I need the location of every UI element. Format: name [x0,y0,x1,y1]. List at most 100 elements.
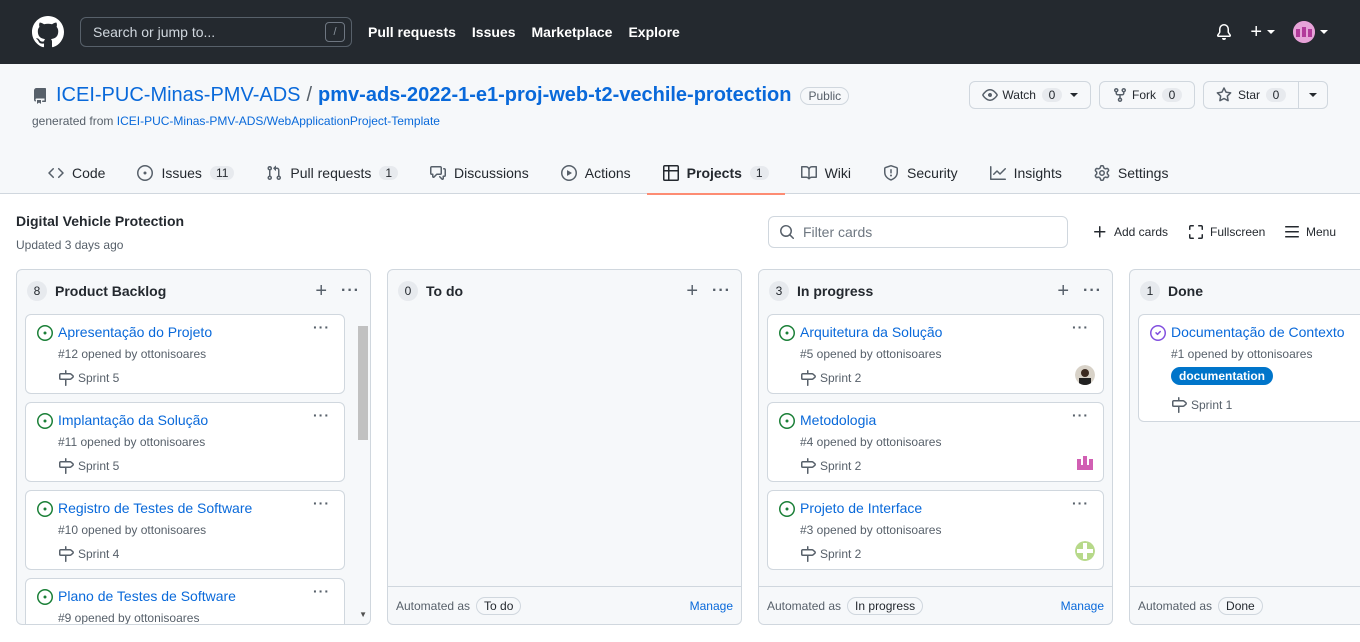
column-kebab-icon[interactable]: ··· [341,282,360,300]
watch-button[interactable]: Watch 0 [969,81,1091,109]
visibility-badge: Public [800,86,850,105]
star-button[interactable]: Star 0 [1202,81,1299,109]
card-kebab-icon[interactable]: ··· [313,407,330,423]
tab-pull-requests[interactable]: Pull requests 1 [250,151,414,194]
card-kebab-icon[interactable]: ··· [313,319,330,335]
template-repo-link[interactable]: ICEI-PUC-Minas-PMV-ADS/WebApplicationPro… [117,114,440,128]
card-milestone[interactable]: Sprint 5 [58,458,119,474]
card-meta: #4 opened by ottonisoares [800,435,942,449]
card-title-link[interactable]: Projeto de Interface [800,500,922,516]
repo-icon [34,87,46,104]
star-label: Star [1237,88,1260,102]
tab-settings[interactable]: Settings [1078,151,1185,194]
issue-card[interactable]: Registro de Testes de Software ··· #10 o… [25,490,345,570]
column-kebab-icon[interactable]: ··· [1083,282,1102,300]
fork-button[interactable]: Fork 0 [1098,81,1195,109]
issue-card[interactable]: Plano de Testes de Software ··· #9 opene… [25,578,345,624]
column-card-count: 8 [27,281,47,301]
card-title-link[interactable]: Implantação da Solução [58,412,208,428]
add-card-plus-icon[interactable]: + [315,280,327,303]
milestone-label: Sprint 1 [1191,398,1233,412]
bell-icon[interactable] [1216,24,1232,40]
tab-discussions[interactable]: Discussions [414,151,545,194]
card-milestone[interactable]: Sprint 5 [58,370,119,386]
issue-card[interactable]: Arquitetura da Solução ··· #5 opened by … [767,314,1104,394]
nav-pull-requests[interactable]: Pull requests [368,24,456,40]
star-count: 0 [1266,88,1286,102]
tab-insights[interactable]: Insights [974,151,1078,194]
column-kebab-icon[interactable]: ··· [712,282,731,300]
column-footer: Automated as To do Manage [388,586,741,624]
milestone-label: Sprint 2 [820,459,862,473]
card-title-link[interactable]: Plano de Testes de Software [58,588,236,604]
plus-icon: + [1250,20,1262,43]
card-kebab-icon[interactable]: ··· [1072,495,1089,511]
repo-name-link[interactable]: pmv-ads-2022-1-e1-proj-web-t2-vechile-pr… [318,84,791,107]
card-kebab-icon[interactable]: ··· [313,583,330,599]
issue-card[interactable]: Projeto de Interface ··· #3 opened by ot… [767,490,1104,570]
milestone-icon [59,370,74,386]
tab-code[interactable]: Code [32,151,121,194]
fullscreen-button[interactable]: Fullscreen [1188,224,1265,240]
card-milestone[interactable]: Sprint 2 [800,546,861,562]
nav-marketplace[interactable]: Marketplace [532,24,613,40]
add-card-plus-icon[interactable]: + [686,280,698,303]
watch-count: 0 [1041,88,1062,102]
card-title-link[interactable]: Documentação de Contexto [1171,324,1345,340]
nav-issues[interactable]: Issues [472,24,516,40]
manage-automation-link[interactable]: Manage [1061,599,1104,613]
tab-wiki[interactable]: Wiki [785,151,867,194]
github-logo-icon[interactable] [32,16,64,48]
card-kebab-icon[interactable]: ··· [1072,319,1089,335]
issue-card[interactable]: Apresentação do Projeto ··· #12 opened b… [25,314,345,394]
gear-icon [1094,164,1110,181]
column-card-count: 1 [1140,281,1160,301]
star-icon [1216,87,1232,102]
card-kebab-icon[interactable]: ··· [1072,407,1089,423]
label-documentation[interactable]: documentation [1171,367,1273,385]
menu-button[interactable]: Menu [1284,224,1336,240]
tab-projects[interactable]: Projects 1 [646,151,785,195]
add-cards-button[interactable]: Add cards [1092,224,1168,240]
tab-issues[interactable]: Issues 11 [121,151,250,194]
star-list-dropdown[interactable] [1299,81,1328,109]
card-title-link[interactable]: Metodologia [800,412,876,428]
assignee-avatar[interactable] [1075,541,1095,561]
column-scrollbar-thumb[interactable] [358,326,368,440]
card-kebab-icon[interactable]: ··· [313,495,330,511]
card-title-link[interactable]: Apresentação do Projeto [58,324,212,340]
scroll-down-arrow-icon[interactable]: ▼ [359,610,367,619]
nav-explore[interactable]: Explore [628,24,679,40]
repo-owner-link[interactable]: ICEI-PUC-Minas-PMV-ADS [56,84,300,107]
tab-actions[interactable]: Actions [545,151,647,194]
card-milestone[interactable]: Sprint 4 [58,546,119,562]
card-title-link[interactable]: Arquitetura da Solução [800,324,942,340]
watch-label: Watch [1002,88,1036,102]
issue-card[interactable]: Implantação da Solução ··· #11 opened by… [25,402,345,482]
user-menu-dropdown[interactable] [1293,21,1328,43]
global-search-input[interactable]: Search or jump to... / [80,17,352,47]
card-milestone[interactable]: Sprint 2 [800,458,861,474]
issue-card[interactable]: Metodologia ··· #4 opened by ottonisoare… [767,402,1104,482]
slash-shortcut-key: / [325,22,345,42]
repo-tabs: Code Issues 11 Pull requests 1 Discussio… [32,151,1185,195]
assignee-avatar[interactable] [1075,365,1095,385]
add-card-plus-icon[interactable]: + [1057,280,1069,303]
issue-card[interactable]: Documentação de Contexto #1 opened by ot… [1138,314,1360,422]
global-nav: Pull requests Issues Marketplace Explore [368,24,696,40]
avatar [1293,21,1315,43]
milestone-label: Sprint 4 [78,547,120,561]
filter-cards-input[interactable]: Filter cards [768,216,1068,248]
automation-badge: In progress [847,596,924,615]
global-header: Search or jump to... / Pull requests Iss… [0,0,1360,64]
card-milestone[interactable]: Sprint 1 [1171,397,1232,413]
milestone-icon [801,546,816,562]
card-title-link[interactable]: Registro de Testes de Software [58,500,252,516]
chevron-down-icon [1309,93,1317,97]
manage-automation-link[interactable]: Manage [690,599,733,613]
card-milestone[interactable]: Sprint 2 [800,370,861,386]
project-title: Digital Vehicle Protection [16,213,185,229]
tab-security[interactable]: Security [867,151,974,194]
create-new-dropdown[interactable]: + [1250,21,1275,44]
assignee-avatar[interactable] [1075,453,1095,473]
